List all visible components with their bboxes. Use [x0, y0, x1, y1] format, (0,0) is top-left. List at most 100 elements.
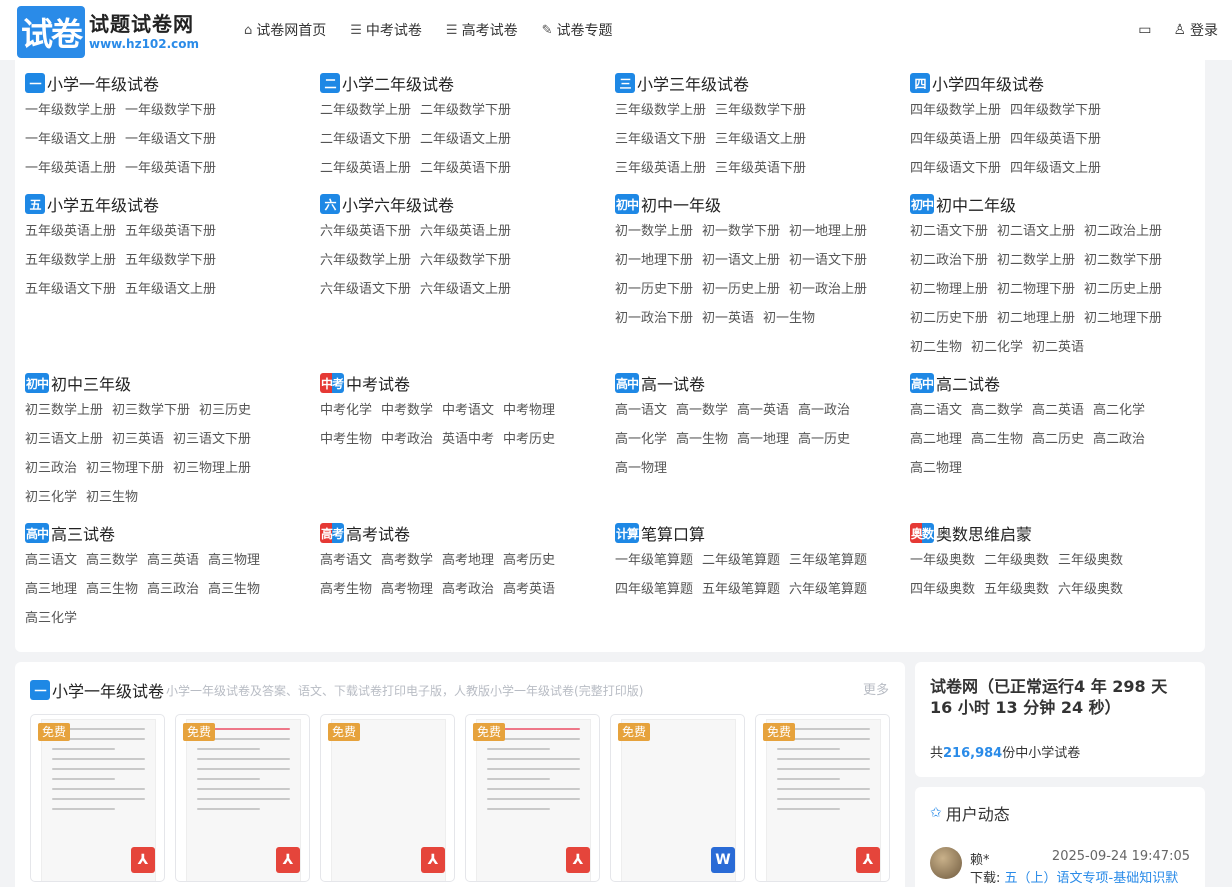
category-title[interactable]: 五小学五年级试卷 — [25, 193, 315, 215]
category-title[interactable]: 高中 高一试卷 — [615, 372, 905, 394]
nav-item-1[interactable]: ☰ 中考试卷 — [350, 20, 422, 40]
category-link[interactable]: 初三历史 — [199, 396, 251, 425]
category-link[interactable]: 六年级数学上册 — [320, 246, 411, 275]
category-link[interactable]: 三年级英语下册 — [715, 154, 806, 183]
category-link[interactable]: 初一数学下册 — [702, 217, 780, 246]
category-link[interactable]: 初一生物 — [763, 304, 815, 333]
category-link[interactable]: 中考历史 — [503, 425, 555, 454]
category-link[interactable]: 初一语文下册 — [789, 246, 867, 275]
category-title[interactable]: 六小学六年级试卷 — [320, 193, 610, 215]
category-link[interactable]: 三年级语文上册 — [715, 125, 806, 154]
category-link[interactable]: 高一化学 — [615, 425, 667, 454]
category-link[interactable]: 英语中考 — [442, 425, 494, 454]
category-link[interactable]: 六年级英语上册 — [420, 217, 511, 246]
category-link[interactable]: 高三地理 — [25, 575, 77, 604]
category-link[interactable]: 六年级语文下册 — [320, 275, 411, 304]
category-link[interactable]: 一年级英语下册 — [125, 154, 216, 183]
category-link[interactable]: 高三化学 — [25, 604, 77, 633]
category-link[interactable]: 二年级数学上册 — [320, 96, 411, 125]
category-link[interactable]: 一年级数学下册 — [125, 96, 216, 125]
category-link[interactable]: 高一英语 — [737, 396, 789, 425]
category-link[interactable]: 高考英语 — [503, 575, 555, 604]
category-link[interactable]: 四年级语文上册 — [1010, 154, 1101, 183]
category-link[interactable]: 初一历史下册 — [615, 275, 693, 304]
category-link[interactable]: 高二英语 — [1032, 396, 1084, 425]
category-link[interactable]: 五年级语文下册 — [25, 275, 116, 304]
category-title[interactable]: 高考 高考试卷 — [320, 522, 610, 544]
category-link[interactable]: 一年级英语上册 — [25, 154, 116, 183]
activity-download-link[interactable]: 五（上）语文专项-基础知识默 — [1005, 871, 1179, 886]
category-link[interactable]: 二年级语文上册 — [420, 125, 511, 154]
category-title[interactable]: 四小学四年级试卷 — [910, 72, 1200, 94]
category-link[interactable]: 六年级笔算题 — [789, 575, 867, 604]
category-link[interactable]: 五年级英语上册 — [25, 217, 116, 246]
paper-thumbnail[interactable]: 免费 ⅄ — [320, 714, 455, 882]
category-link[interactable]: 中考生物 — [320, 425, 372, 454]
category-link[interactable]: 高三语文 — [25, 546, 77, 575]
category-link[interactable]: 初三语文上册 — [25, 425, 103, 454]
category-link[interactable]: 初一地理上册 — [789, 217, 867, 246]
category-link[interactable]: 初二数学上册 — [997, 246, 1075, 275]
category-link[interactable]: 初一数学上册 — [615, 217, 693, 246]
category-link[interactable]: 四年级英语上册 — [910, 125, 1001, 154]
category-link[interactable]: 高一生物 — [676, 425, 728, 454]
category-link[interactable]: 四年级笔算题 — [615, 575, 693, 604]
category-link[interactable]: 初一语文上册 — [702, 246, 780, 275]
category-link[interactable]: 初二地理下册 — [1084, 304, 1162, 333]
category-link[interactable]: 五年级英语下册 — [125, 217, 216, 246]
category-link[interactable]: 初一历史上册 — [702, 275, 780, 304]
category-link[interactable]: 三年级数学上册 — [615, 96, 706, 125]
category-link[interactable]: 高考政治 — [442, 575, 494, 604]
nav-item-0[interactable]: ⌂ 试卷网首页 — [244, 20, 326, 40]
category-link[interactable]: 初二物理下册 — [997, 275, 1075, 304]
category-link[interactable]: 六年级数学下册 — [420, 246, 511, 275]
category-link[interactable]: 一年级奥数 — [910, 546, 975, 575]
category-link[interactable]: 高三数学 — [86, 546, 138, 575]
category-link[interactable]: 二年级英语下册 — [420, 154, 511, 183]
list-panel-title[interactable]: 小学一年级试卷 — [52, 678, 164, 702]
category-link[interactable]: 初三数学上册 — [25, 396, 103, 425]
category-link[interactable]: 高二物理 — [910, 454, 962, 483]
category-link[interactable]: 初三化学 — [25, 483, 77, 512]
category-link[interactable]: 高二化学 — [1093, 396, 1145, 425]
category-link[interactable]: 高考语文 — [320, 546, 372, 575]
category-link[interactable]: 高二数学 — [971, 396, 1023, 425]
category-link[interactable]: 初二地理上册 — [997, 304, 1075, 333]
category-link[interactable]: 高考地理 — [442, 546, 494, 575]
category-link[interactable]: 三年级英语上册 — [615, 154, 706, 183]
monitor-icon[interactable]: ▭ — [1138, 22, 1151, 38]
category-link[interactable]: 高考数学 — [381, 546, 433, 575]
category-link[interactable]: 初二历史上册 — [1084, 275, 1162, 304]
paper-thumbnail[interactable]: 免费 ⅄ — [30, 714, 165, 882]
category-link[interactable]: 初二语文下册 — [910, 217, 988, 246]
category-link[interactable]: 五年级笔算题 — [702, 575, 780, 604]
category-link[interactable]: 高一物理 — [615, 454, 667, 483]
category-link[interactable]: 中考政治 — [381, 425, 433, 454]
category-title[interactable]: 三小学三年级试卷 — [615, 72, 905, 94]
category-link[interactable]: 高一语文 — [615, 396, 667, 425]
category-link[interactable]: 初一地理下册 — [615, 246, 693, 275]
category-link[interactable]: 高三物理 — [208, 546, 260, 575]
category-link[interactable]: 高一数学 — [676, 396, 728, 425]
category-link[interactable]: 初二化学 — [971, 333, 1023, 362]
category-link[interactable]: 高二政治 — [1093, 425, 1145, 454]
paper-thumbnail[interactable]: 免费 W — [610, 714, 745, 882]
more-link[interactable]: 更多 — [863, 679, 889, 698]
category-link[interactable]: 中考数学 — [381, 396, 433, 425]
category-link[interactable]: 中考语文 — [442, 396, 494, 425]
category-link[interactable]: 中考化学 — [320, 396, 372, 425]
category-link[interactable]: 高一政治 — [798, 396, 850, 425]
category-title[interactable]: 高中 高二试卷 — [910, 372, 1200, 394]
category-link[interactable]: 初一英语 — [702, 304, 754, 333]
category-link[interactable]: 四年级数学上册 — [910, 96, 1001, 125]
category-link[interactable]: 初三物理下册 — [86, 454, 164, 483]
category-link[interactable]: 初二语文上册 — [997, 217, 1075, 246]
category-link[interactable]: 三年级笔算题 — [789, 546, 867, 575]
category-link[interactable]: 初三数学下册 — [112, 396, 190, 425]
nav-item-2[interactable]: ☰ 高考试卷 — [446, 20, 518, 40]
category-link[interactable]: 四年级数学下册 — [1010, 96, 1101, 125]
category-link[interactable]: 初三政治 — [25, 454, 77, 483]
category-link[interactable]: 高考历史 — [503, 546, 555, 575]
category-link[interactable]: 一年级笔算题 — [615, 546, 693, 575]
category-link[interactable]: 初三语文下册 — [173, 425, 251, 454]
